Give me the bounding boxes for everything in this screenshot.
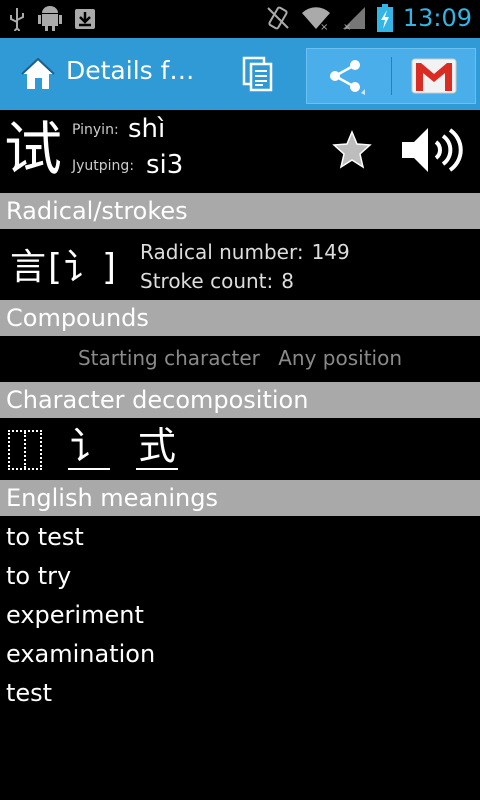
svg-text:×: × [320,22,328,31]
svg-text:×: × [343,22,351,31]
decomposition-component[interactable]: 式 [136,424,179,470]
signal-icon: × [342,7,365,31]
radical-characters: 言[讠] [10,247,119,288]
character-header: 试 Pinyin: shì Jyutping: si3 [0,110,480,192]
divider [391,57,392,95]
clock: 13:09 [402,4,472,32]
meanings-list: to test to try experiment examination te… [6,518,155,713]
decomposition-component[interactable]: 讠 [68,424,111,470]
copy-icon[interactable] [238,54,278,94]
section-header-meanings: English meanings [0,480,480,516]
battery-charging-icon [376,4,393,32]
vibrate-icon [267,6,289,30]
speaker-icon[interactable] [398,124,464,176]
compounds-any-button[interactable]: Any position [278,346,402,370]
section-header-compounds: Compounds [0,300,480,336]
radical-number-value: 149 [311,240,350,264]
headword-character: 试 [4,115,63,183]
home-icon[interactable] [18,54,58,94]
meaning-item: test [6,679,53,707]
meaning-item: to test [6,523,84,551]
meaning-item: experiment [6,601,144,629]
usb-icon [10,8,24,31]
gmail-icon[interactable] [411,55,457,97]
compounds-options: Starting character Any position [0,346,480,370]
page-title[interactable]: Details f… [66,56,194,85]
meaning-item: examination [6,640,156,668]
share-action-group [306,48,476,104]
stroke-count-row: Stroke count: 8 [140,269,294,293]
stroke-count-value: 8 [281,269,294,293]
radical-number-label: Radical number: [140,240,304,264]
section-header-decomposition: Character decomposition [0,382,480,418]
android-debug-icon [38,6,62,31]
section-header-radical: Radical/strokes [0,193,480,229]
pinyin-value: shì [128,114,166,144]
share-icon[interactable] [327,57,365,95]
jyutping-label: Jyutping: [72,158,135,174]
pinyin-label: Pinyin: [72,122,119,138]
status-bar: × × 13:09 [0,0,480,38]
decomposition-structure-icon [8,430,42,470]
radical-number-row: Radical number: 149 [140,240,350,264]
stroke-count-label: Stroke count: [140,269,274,293]
action-bar: Details f… [0,38,480,110]
jyutping-value: si3 [146,150,184,180]
star-icon[interactable] [332,130,372,170]
decomposition-row: 讠 式 [8,424,179,470]
compounds-starting-button[interactable]: Starting character [78,346,260,370]
meaning-item: to try [6,562,72,590]
wifi-icon: × [301,7,330,31]
download-icon [75,9,95,29]
